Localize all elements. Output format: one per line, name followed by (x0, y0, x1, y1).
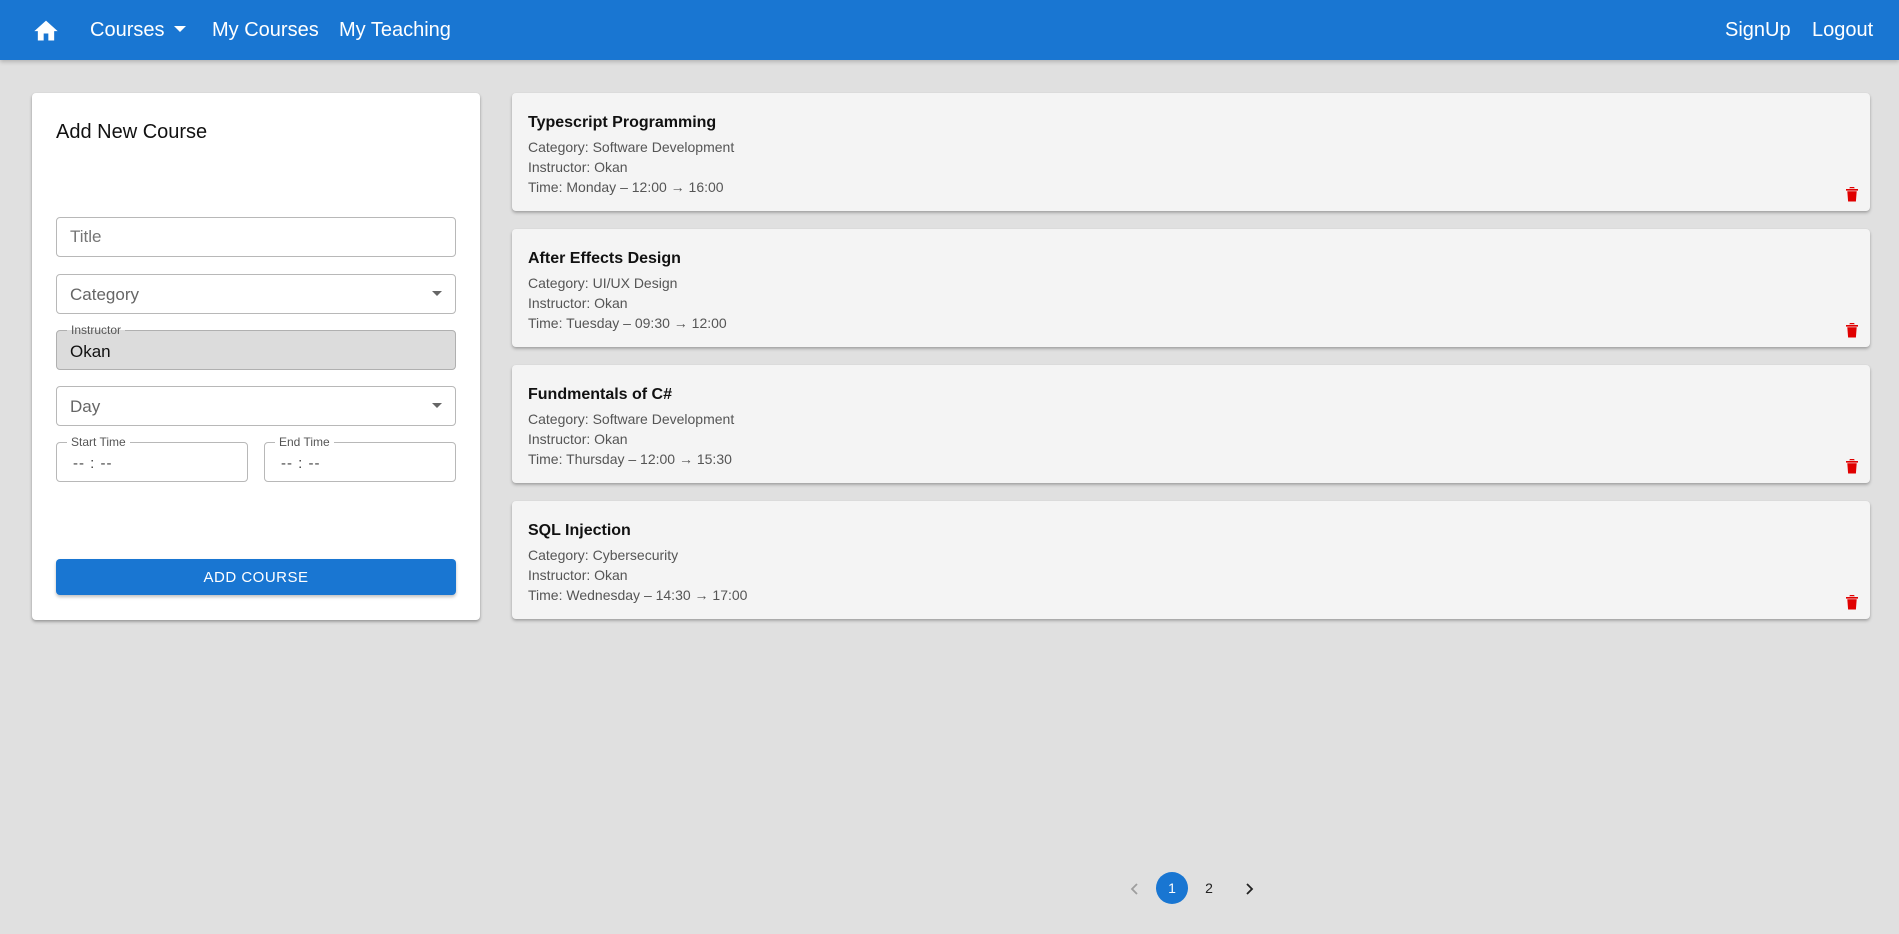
trash-icon[interactable] (1845, 322, 1859, 338)
course-category: Category: Cybersecurity (528, 547, 679, 563)
title-field (56, 217, 456, 257)
course-time: Time: Monday – 12:00 → 16:00 (528, 179, 724, 195)
nav-my-courses[interactable]: My Courses (212, 0, 319, 60)
app-bar: Courses My Courses My Teaching SignUp Lo… (0, 0, 1899, 60)
nav-logout[interactable]: Logout (1812, 0, 1873, 60)
title-input[interactable] (70, 218, 440, 256)
home-icon[interactable] (32, 17, 60, 43)
end-time-input[interactable]: End Time -- : -- (264, 435, 456, 482)
trash-icon[interactable] (1845, 186, 1859, 202)
add-course-form: Add New Course Category Instructor Okan … (32, 93, 480, 620)
form-title: Add New Course (56, 121, 208, 143)
instructor-label: Instructor (67, 323, 126, 337)
chevron-down-icon (174, 26, 187, 33)
chevron-right-icon[interactable] (1236, 876, 1262, 902)
course-time: Time: Tuesday – 09:30 → 12:00 (528, 315, 727, 331)
chevron-down-icon (432, 403, 442, 408)
nav-my-teaching[interactable]: My Teaching (339, 0, 451, 60)
course-time: Time: Wednesday – 14:30 → 17:00 (528, 587, 748, 603)
add-course-button[interactable]: ADD COURSE (56, 559, 456, 595)
course-instructor: Instructor: Okan (528, 431, 628, 447)
instructor-field: Instructor Okan (56, 323, 456, 370)
trash-icon[interactable] (1845, 594, 1859, 610)
end-time-value: -- : -- (281, 455, 321, 472)
course-card: SQL Injection Category: Cybersecurity In… (512, 501, 1870, 619)
day-select[interactable]: Day (56, 386, 456, 426)
course-category: Category: UI/UX Design (528, 275, 678, 291)
chevron-left-icon[interactable] (1122, 876, 1148, 902)
page-button-1[interactable]: 1 (1156, 872, 1188, 904)
course-instructor: Instructor: Okan (528, 567, 628, 583)
page-button-2[interactable]: 2 (1193, 872, 1225, 904)
nav-signup[interactable]: SignUp (1725, 0, 1791, 60)
course-title: Fundmentals of C# (528, 386, 673, 403)
course-instructor: Instructor: Okan (528, 295, 628, 311)
start-time-input[interactable]: Start Time -- : -- (56, 435, 248, 482)
course-card: After Effects Design Category: UI/UX Des… (512, 229, 1870, 347)
course-time: Time: Thursday – 12:00 → 15:30 (528, 451, 732, 467)
course-title: After Effects Design (528, 250, 681, 267)
course-title: Typescript Programming (528, 114, 717, 131)
day-select-value: Day (70, 397, 101, 416)
trash-icon[interactable] (1845, 458, 1859, 474)
category-select-value: Category (70, 285, 139, 304)
end-time-label: End Time (275, 435, 334, 449)
instructor-value: Okan (70, 342, 111, 361)
course-title: SQL Injection (528, 522, 631, 539)
start-time-value: -- : -- (73, 455, 113, 472)
course-card: Fundmentals of C# Category: Software Dev… (512, 365, 1870, 483)
start-time-label: Start Time (67, 435, 130, 449)
course-category: Category: Software Development (528, 411, 735, 427)
nav-courses-menu[interactable]: Courses (90, 0, 187, 60)
nav-courses-label: Courses (90, 19, 165, 41)
course-category: Category: Software Development (528, 139, 735, 155)
course-instructor: Instructor: Okan (528, 159, 628, 175)
category-select[interactable]: Category (56, 274, 456, 314)
course-card: Typescript Programming Category: Softwar… (512, 93, 1870, 211)
chevron-down-icon (432, 291, 442, 296)
